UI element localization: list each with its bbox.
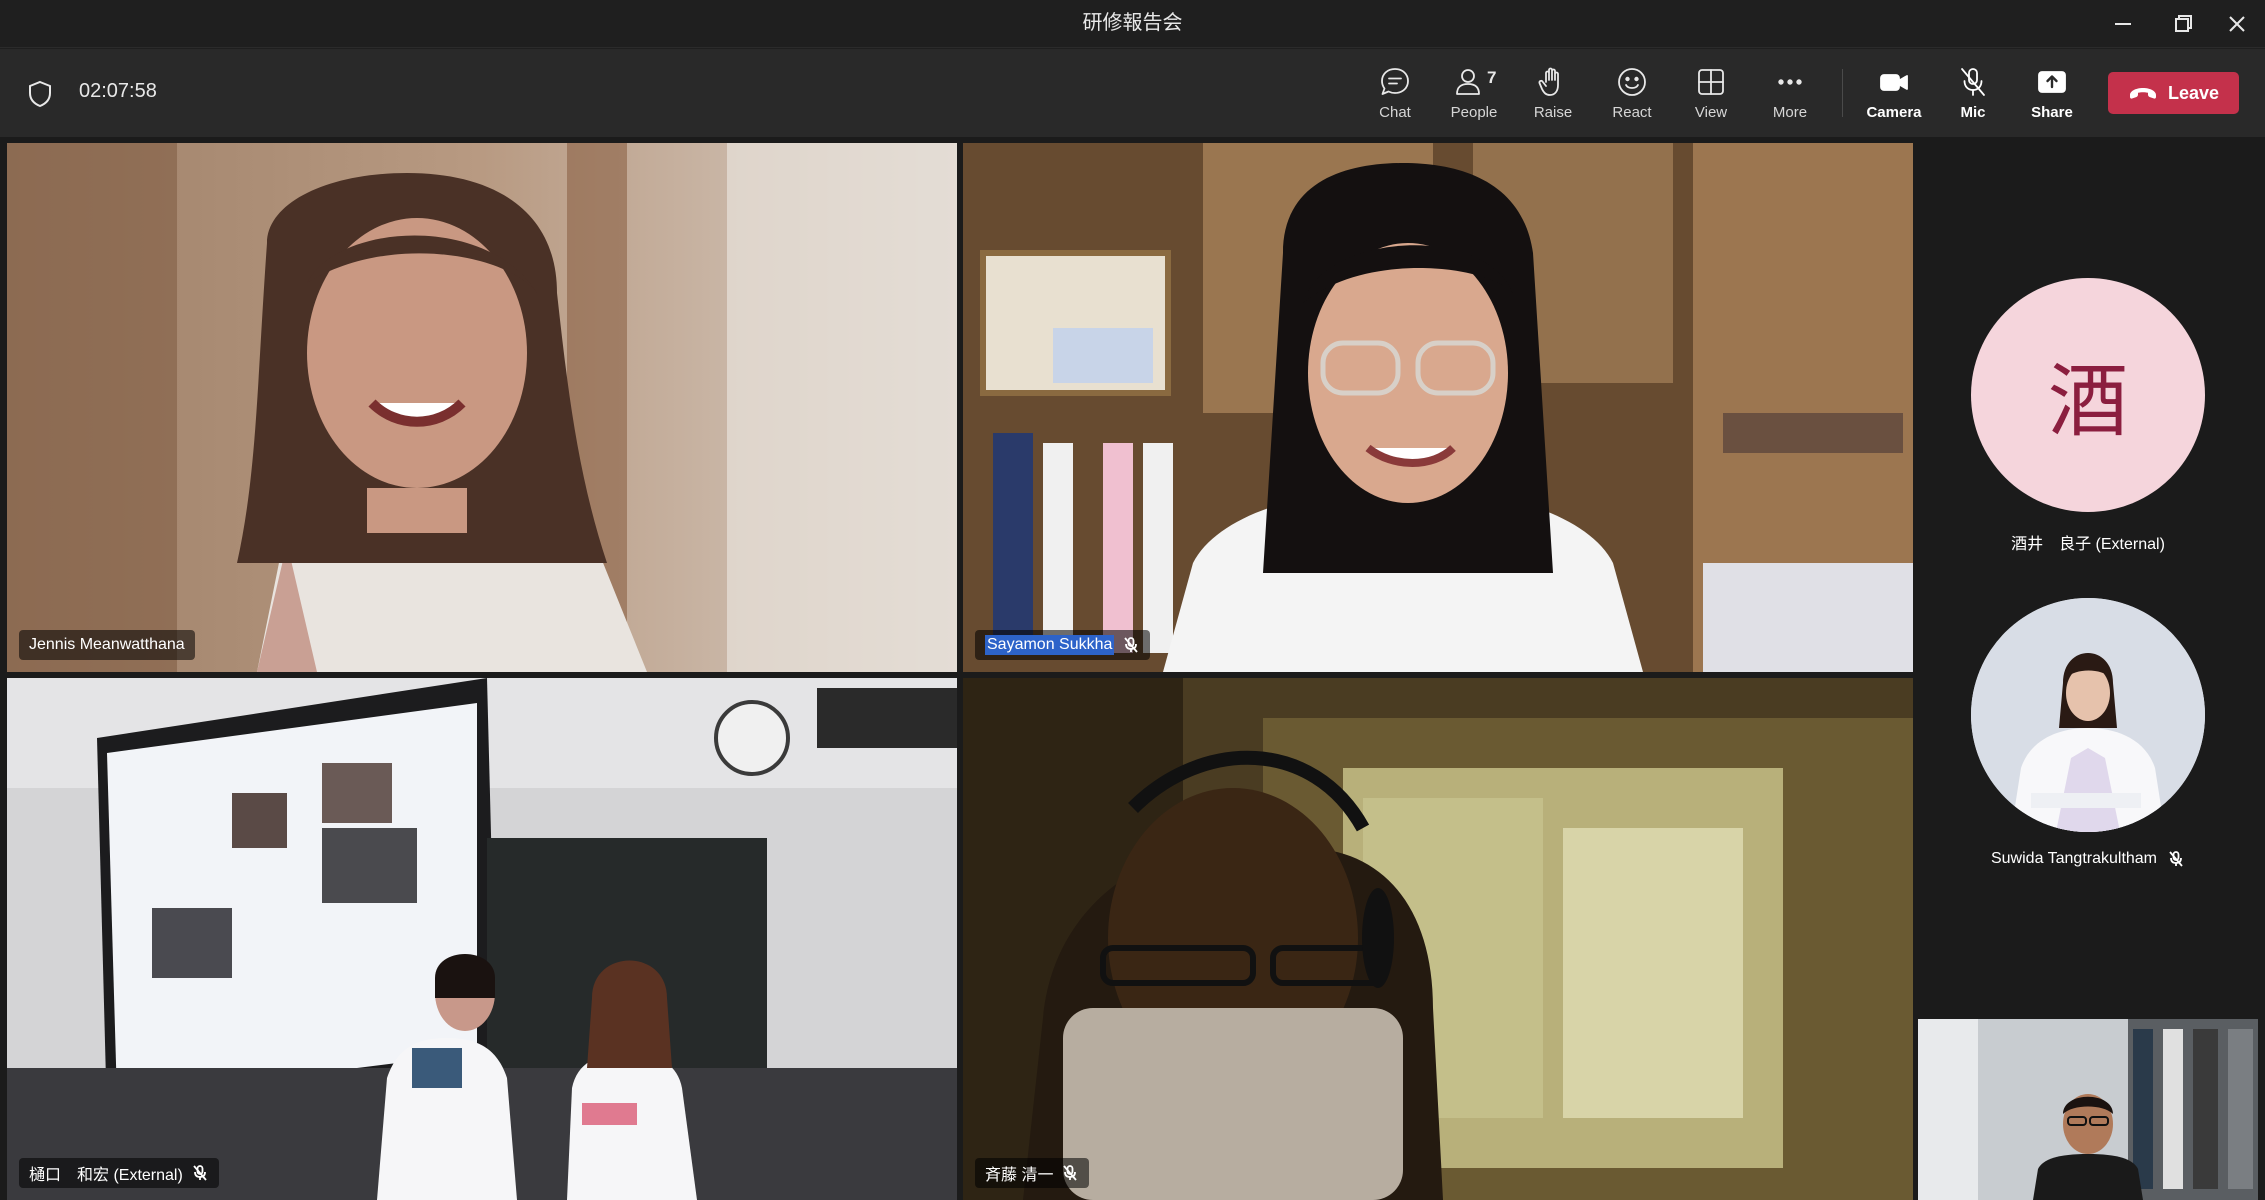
video-tile-4[interactable]: 斉藤 清一 <box>963 678 1913 1200</box>
minimize-icon[interactable] <box>2103 6 2143 42</box>
grid-view-icon <box>1698 69 1724 95</box>
smiley-icon <box>1618 68 1646 96</box>
chat-button[interactable]: Chat <box>1357 65 1433 127</box>
mic-muted-icon <box>1063 1165 1078 1181</box>
roster-name: Suwida Tangtrakultham <box>1938 850 2238 868</box>
participant-avatar[interactable] <box>1971 598 2205 832</box>
participant-name: Suwida Tangtrakultham <box>1990 850 2158 867</box>
participant-photo <box>1971 598 2205 832</box>
camera-icon <box>1880 74 1908 91</box>
people-button[interactable]: 7 People <box>1436 65 1512 127</box>
leave-button[interactable]: Leave <box>2108 72 2239 114</box>
react-label: React <box>1612 104 1652 121</box>
view-label: View <box>1694 104 1728 121</box>
chat-label: Chat <box>1379 104 1411 121</box>
mic-muted-icon <box>2169 851 2183 867</box>
mic-button[interactable]: Mic <box>1935 65 2011 127</box>
participant-video <box>7 143 957 672</box>
camera-label: Camera <box>1866 104 1922 121</box>
people-label: People <box>1450 104 1498 121</box>
restore-icon[interactable] <box>2163 6 2203 42</box>
video-tile-2[interactable]: Sayamon Sukkha <box>963 143 1913 672</box>
mic-label: Mic <box>1960 104 1986 121</box>
window-titlebar: 研修報告会 <box>0 0 2265 48</box>
share-label: Share <box>2031 104 2073 121</box>
raise-label: Raise <box>1533 104 1573 121</box>
meeting-toolbar: 02:07:58 Chat 7 People Raise React View … <box>0 49 2265 137</box>
roster-name: 酒井 良子 (External) <box>1938 530 2238 554</box>
react-button[interactable]: React <box>1594 65 1670 127</box>
participant-video <box>7 678 957 1200</box>
toolbar-divider <box>1842 69 1843 117</box>
leave-label: Leave <box>2167 82 2220 103</box>
participant-name: 樋口 和宏 (External) <box>29 1167 183 1184</box>
hang-up-icon <box>2129 88 2156 99</box>
participant-name: 斉藤 清一 <box>985 1167 1054 1184</box>
camera-button[interactable]: Camera <box>1856 65 1932 127</box>
self-view-video[interactable] <box>1918 1019 2258 1200</box>
raise-hand-icon <box>1538 67 1559 96</box>
participant-name: 酒井 良子 (External) <box>2011 536 2165 553</box>
more-button[interactable]: More <box>1752 65 1828 127</box>
participant-video <box>963 678 1913 1200</box>
meeting-timer: 02:07:58 <box>79 80 157 102</box>
people-icon <box>1456 69 1480 95</box>
participant-video <box>963 143 1913 672</box>
chat-icon <box>1381 68 1409 95</box>
video-stage: Jennis Meanwatthana Sayamon Sukkha 樋口 和宏… <box>0 137 2265 1200</box>
participant-name-tag: Sayamon Sukkha <box>975 630 1151 660</box>
self-video <box>1918 1019 2258 1200</box>
video-tile-1[interactable]: Jennis Meanwatthana <box>7 143 957 672</box>
mic-muted-icon <box>193 1165 207 1181</box>
participant-name: Sayamon Sukkha <box>985 635 1115 655</box>
participant-name-tag: 樋口 和宏 (External) <box>19 1158 219 1188</box>
participant-name: Jennis Meanwatthana <box>29 636 185 653</box>
share-icon <box>2038 71 2066 93</box>
avatar-initial: 酒 <box>2048 355 2128 448</box>
window-title: 研修報告会 <box>1082 12 1183 34</box>
raise-hand-button[interactable]: Raise <box>1515 65 1591 127</box>
more-label: More <box>1772 104 1808 121</box>
close-icon[interactable] <box>2217 6 2257 42</box>
participant-avatar[interactable]: 酒 <box>1971 278 2205 512</box>
mic-muted-icon <box>1124 637 1139 653</box>
view-button[interactable]: View <box>1673 65 1749 127</box>
participant-name-tag: 斉藤 清一 <box>975 1158 1090 1188</box>
participant-name-tag: Jennis Meanwatthana <box>19 630 195 660</box>
more-icon <box>1778 79 1802 85</box>
video-tile-3[interactable]: 樋口 和宏 (External) <box>7 678 957 1200</box>
mic-muted-icon <box>1961 68 1985 96</box>
people-count: 7 <box>1487 68 1497 87</box>
shield-icon <box>29 80 51 108</box>
share-button[interactable]: Share <box>2014 65 2090 127</box>
